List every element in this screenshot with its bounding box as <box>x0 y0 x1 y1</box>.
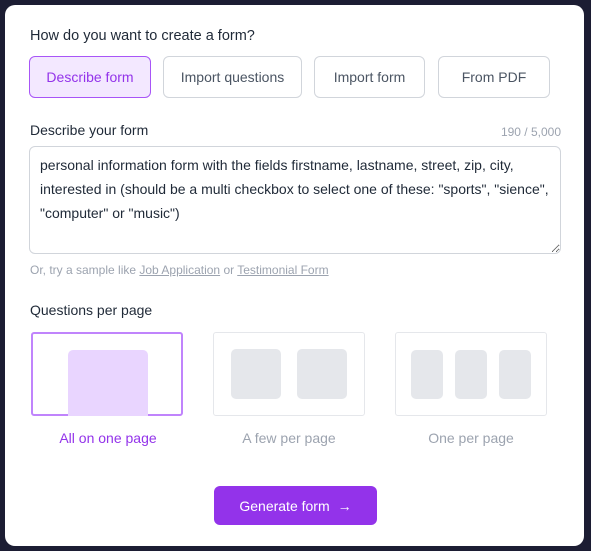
option-label: A few per page <box>242 430 336 446</box>
hint-prefix: Or, try a sample like <box>30 263 140 277</box>
option-label: One per page <box>428 430 514 446</box>
option-one-per-page[interactable] <box>395 332 547 416</box>
job-application-link[interactable]: Job Application <box>139 263 220 277</box>
describe-form-button[interactable]: Describe form <box>29 56 151 98</box>
page-preview-icon <box>297 349 347 399</box>
page-preview-icon <box>499 350 531 399</box>
hint-mid: or <box>220 263 238 277</box>
qpp-label: Questions per page <box>30 302 153 318</box>
arrow-right-icon: → <box>337 497 352 514</box>
page-preview-icon <box>411 350 443 399</box>
sample-hint: Or, try a sample like Job Application or… <box>30 263 329 277</box>
generate-label: Generate form <box>239 497 330 514</box>
import-form-button[interactable]: Import form <box>314 56 425 98</box>
option-few-per-page[interactable] <box>213 332 365 416</box>
page-preview-icon <box>231 349 281 399</box>
page-preview-icon <box>68 350 148 416</box>
describe-label: Describe your form <box>30 122 149 138</box>
import-questions-button[interactable]: Import questions <box>163 56 302 98</box>
from-pdf-button[interactable]: From PDF <box>438 56 550 98</box>
page-title: How do you want to create a form? <box>30 28 255 44</box>
option-label: All on one page <box>59 430 157 446</box>
describe-textarea[interactable]: personal information form with the field… <box>29 146 561 254</box>
generate-form-button[interactable]: Generate form → <box>214 486 377 525</box>
char-counter: 190 / 5,000 <box>500 125 561 139</box>
testimonial-form-link[interactable]: Testimonial Form <box>237 263 328 277</box>
option-all-on-one-page[interactable] <box>31 332 183 416</box>
page-preview-icon <box>455 350 487 399</box>
